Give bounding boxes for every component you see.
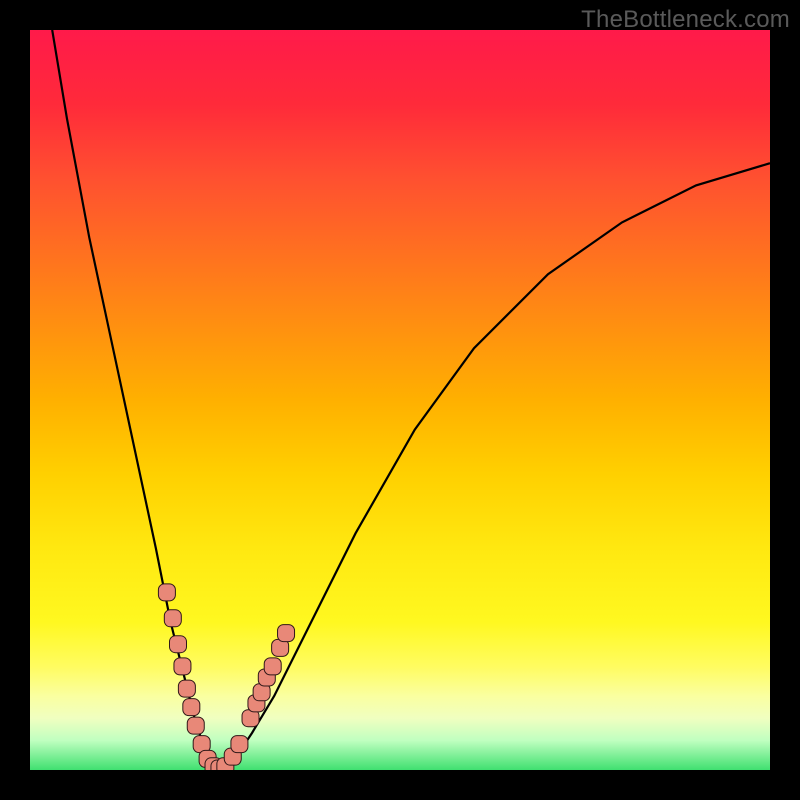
chart-container: TheBottleneck.com [0,0,800,800]
data-marker [187,717,204,734]
data-marker [264,658,281,675]
data-marker [158,584,175,601]
data-marker [231,736,248,753]
data-marker [178,680,195,697]
marker-layer [30,30,770,770]
data-marker [183,699,200,716]
plot-area [30,30,770,770]
data-marker [278,625,295,642]
data-marker [164,610,181,627]
data-marker [170,636,187,653]
data-marker [174,658,191,675]
watermark-text: TheBottleneck.com [581,6,790,34]
